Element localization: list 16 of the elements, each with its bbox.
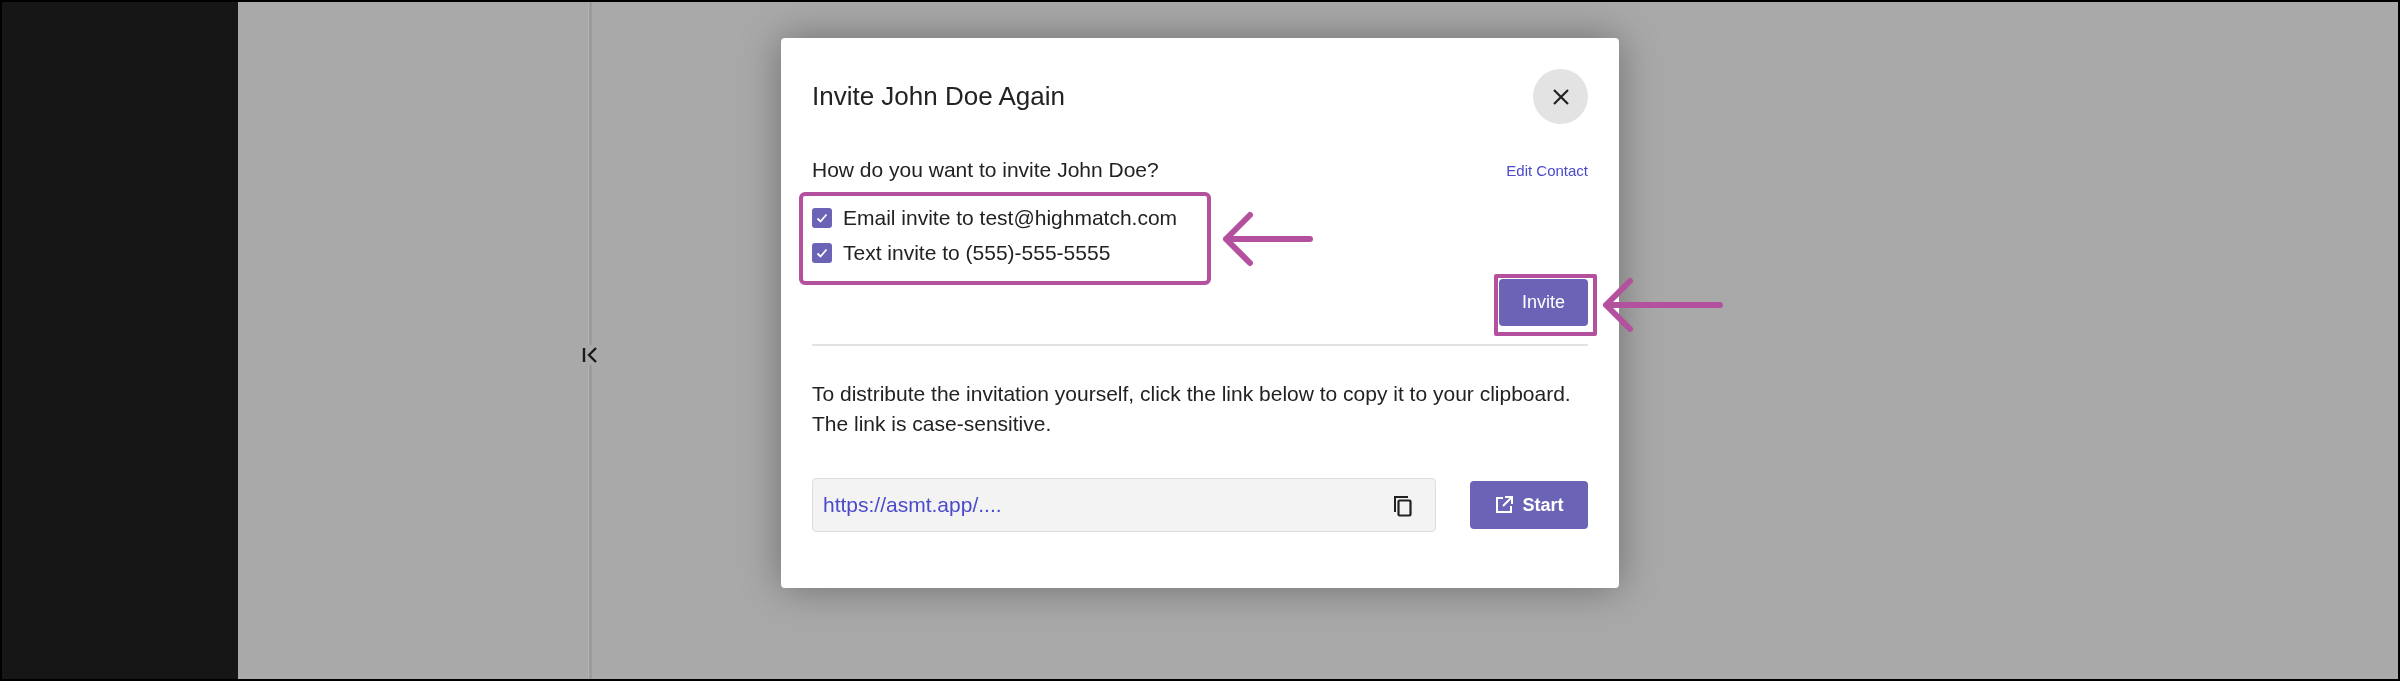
close-icon: [1550, 86, 1571, 107]
check-icon: [815, 246, 829, 260]
option-label: Text invite to (555)-555-5555: [843, 241, 1111, 265]
check-icon: [815, 211, 829, 225]
question-text: How do you want to invite John Doe?: [812, 158, 1159, 182]
edit-contact-link[interactable]: Edit Contact: [1506, 161, 1588, 179]
link-field[interactable]: https://asmt.app/....: [812, 478, 1436, 532]
collapse-icon[interactable]: [580, 345, 600, 365]
invite-button[interactable]: Invite: [1499, 279, 1588, 326]
checkbox[interactable]: [812, 208, 832, 228]
dialog-title: Invite John Doe Again: [812, 81, 1065, 112]
instructions-text: To distribute the invitation yourself, click the link below to copy it to your clipboard. The link is case-sensitive.: [812, 381, 1572, 437]
start-button[interactable]: Start: [1470, 481, 1588, 529]
checkbox[interactable]: [812, 243, 832, 263]
external-link-icon: [1494, 495, 1515, 515]
option-label: Email invite to test@highmatch.com: [843, 206, 1178, 230]
